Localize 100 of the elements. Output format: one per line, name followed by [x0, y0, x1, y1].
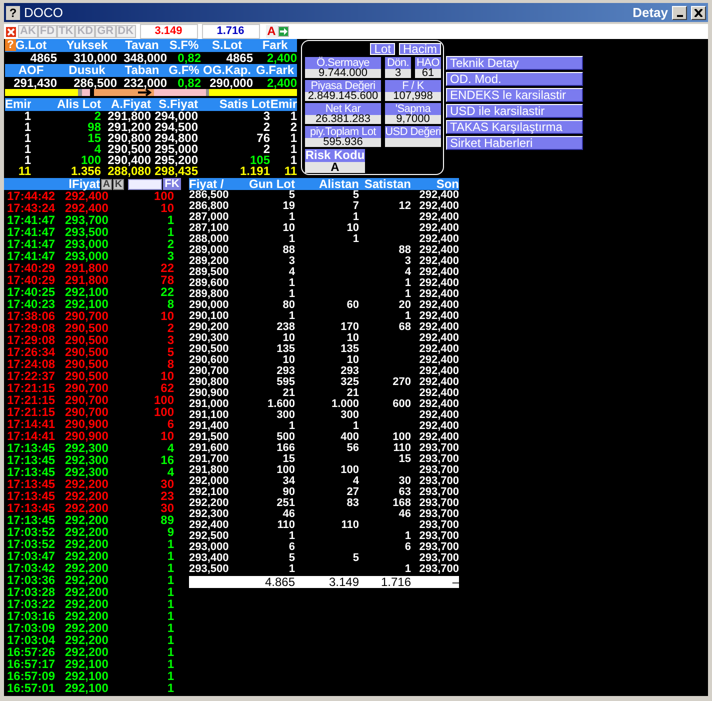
trade-lot: 3: [166, 334, 174, 346]
trade-lot: 16: [160, 454, 174, 466]
toggle-button[interactable]: Lot: [370, 43, 395, 55]
action-button[interactable]: ENDEKS le karsilastir: [446, 88, 583, 102]
table-cell: 46: [282, 508, 295, 520]
table-cell: 135: [276, 343, 295, 355]
table-cell: 288,000: [189, 233, 229, 245]
close-icon[interactable]: [5, 26, 17, 38]
table-cell: 1: [288, 288, 295, 300]
table-cell: 600: [392, 398, 411, 410]
table-cell: 10: [282, 354, 295, 366]
field-value: 26.381.283: [305, 115, 381, 124]
table-cell: 292,400: [419, 200, 459, 212]
total-cell-text: 11: [283, 166, 297, 177]
trade-price: 292,200: [65, 502, 110, 514]
arrow-icon[interactable]: [278, 26, 289, 37]
trade-lot: 8: [166, 358, 174, 370]
table-cell: 293: [340, 365, 359, 377]
table-cell: 286,800: [189, 200, 229, 212]
filter-button[interactable]: FK: [163, 178, 181, 190]
trade-lot: 6: [166, 418, 174, 430]
table-cell-text: 1: [23, 144, 31, 155]
table-cell-text: 4: [94, 144, 101, 155]
table-cell: 1: [404, 310, 411, 322]
table-cell-text: 290,800: [106, 133, 151, 144]
table-cell: 292,400: [419, 288, 459, 300]
table-cell: 286,500: [189, 189, 229, 201]
value-field: 1.716: [202, 24, 260, 39]
trade-price: 292,100: [65, 286, 110, 298]
table-cell: 4: [352, 475, 359, 487]
help-icon[interactable]: ?: [5, 39, 16, 51]
table-cell: 170: [340, 321, 359, 333]
table-cell: 292,400: [419, 244, 459, 256]
mode-label[interactable]: A: [266, 25, 278, 38]
table-cell: 293,500: [189, 563, 229, 575]
table-cell: 292,400: [419, 343, 459, 355]
table-cell: 500: [276, 431, 295, 443]
table-cell: 290,600: [189, 354, 229, 366]
action-button[interactable]: TAKAS Karşılaştırma: [446, 120, 583, 134]
table-cell: 290,800: [189, 376, 229, 388]
trade-lot: 10: [160, 310, 174, 322]
table-cell: 135: [340, 343, 359, 355]
table-cell: 291,500: [189, 431, 229, 443]
table-cell: 292,400: [419, 299, 459, 311]
field-label: Net Kar: [305, 103, 381, 115]
action-button[interactable]: Teknik Detay: [446, 56, 583, 70]
table-cell: 3: [288, 255, 295, 267]
app-icon: ?: [6, 6, 20, 20]
table-cell: 290,500: [189, 343, 229, 355]
action-button[interactable]: OD. Mod.: [446, 72, 583, 86]
table-cell-text: 295,200: [154, 155, 198, 166]
toggle-button[interactable]: Hacim: [398, 43, 441, 55]
table-cell: 5: [352, 552, 359, 564]
column-header: Satistan: [364, 177, 411, 191]
trade-price: 290,500: [65, 322, 110, 334]
table-cell: 10: [346, 332, 359, 344]
table-cell: 46: [398, 508, 411, 520]
table-cell: 292,400: [189, 519, 229, 531]
trade-price: 292,200: [65, 526, 110, 538]
table-cell-text: 2: [94, 111, 101, 122]
column-header: Emir: [270, 97, 297, 111]
table-cell: 287,000: [189, 211, 229, 223]
table-cell: 292,400: [419, 277, 459, 289]
table-cell: 291,400: [189, 420, 229, 432]
table-cell: 292,400: [419, 321, 459, 333]
table-cell: 6: [404, 541, 411, 553]
table-cell: 5: [288, 552, 295, 564]
table-cell: 12: [398, 200, 411, 212]
trade-time: 17:03:28: [7, 586, 56, 598]
table-cell-text: 1: [290, 155, 297, 166]
table-cell: 166: [276, 442, 295, 454]
action-button[interactable]: USD ile karsilastir: [446, 104, 583, 118]
table-cell: 293,700: [419, 497, 459, 509]
table-cell-text: 100: [80, 155, 101, 166]
trade-time: 17:40:29: [7, 262, 56, 274]
trade-time: 17:13:45: [7, 454, 56, 466]
table-cell: 238: [276, 321, 295, 333]
table-cell: 289,800: [189, 288, 229, 300]
trade-lot: 4: [166, 442, 174, 454]
table-cell: 290,300: [189, 332, 229, 344]
trade-time: 17:03:22: [7, 598, 56, 610]
trade-price: 292,300: [65, 454, 110, 466]
table-cell: 10: [346, 222, 359, 234]
trade-time: 17:21:15: [7, 406, 56, 418]
action-button[interactable]: Sirket Haberleri: [446, 136, 583, 150]
trade-lot: 1: [166, 634, 174, 646]
trade-lot: 1: [166, 586, 174, 598]
sort-button[interactable]: A: [101, 178, 112, 190]
filter-field[interactable]: [128, 178, 162, 190]
minimize-button[interactable]: [672, 6, 687, 20]
sort-button[interactable]: K: [113, 178, 124, 190]
trade-price: 292,200: [65, 514, 110, 526]
close-button[interactable]: [691, 6, 706, 20]
trade-lot: 100: [152, 406, 174, 418]
trade-lot: 30: [160, 478, 174, 490]
trade-price: 292,200: [65, 646, 110, 658]
total-cell-text: 1.191: [238, 166, 270, 177]
stat-label: G.Lot: [15, 39, 47, 52]
table-cell-text: 294,500: [154, 122, 198, 133]
table-cell: 292,400: [419, 376, 459, 388]
